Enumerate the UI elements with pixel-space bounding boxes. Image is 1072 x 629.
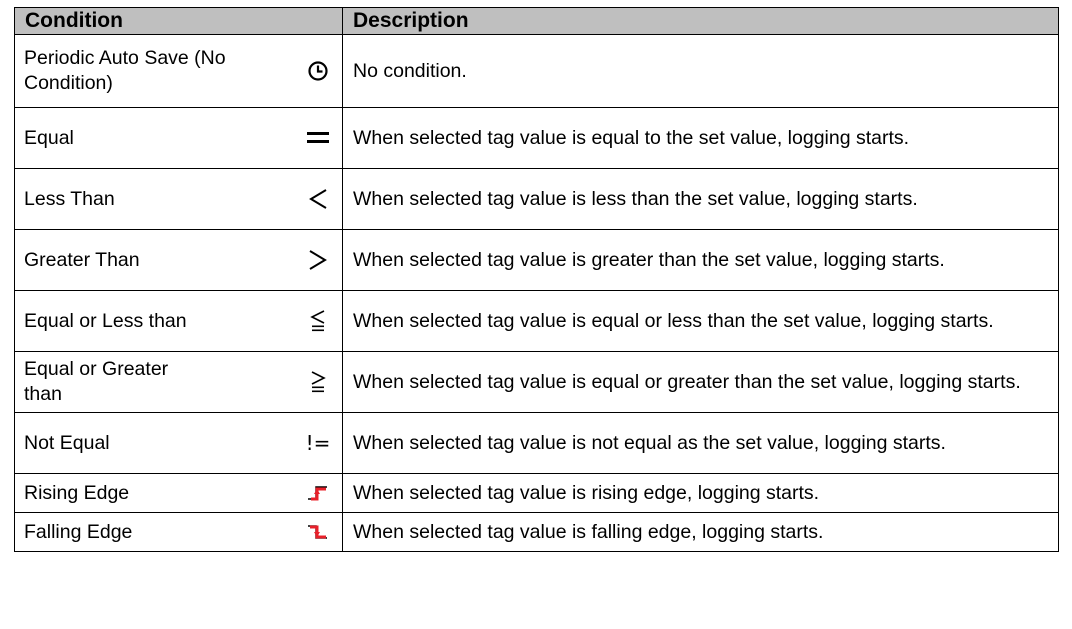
falling-edge-icon (302, 523, 334, 541)
table-row: Not Equal != When selected tag value is … (14, 412, 1059, 474)
table-row: Greater Than When selected tag value is … (14, 229, 1059, 291)
table-row: Rising Edge When selected tag value is r… (14, 473, 1059, 513)
description-cell: When selected tag value is equal or less… (342, 290, 1059, 352)
description-cell: When selected tag value is greater than … (342, 229, 1059, 291)
condition-label: Greater Than (24, 248, 140, 271)
description-cell: When selected tag value is equal or grea… (342, 351, 1059, 413)
not-equal-icon: != (305, 431, 331, 455)
less-than-icon (302, 187, 334, 211)
condition-cell: Greater Than (14, 229, 343, 291)
condition-header: Condition (14, 7, 343, 35)
condition-cell: Equal or Greater than (14, 351, 343, 413)
condition-cell: Not Equal != (14, 412, 343, 474)
clock-icon (302, 60, 334, 82)
condition-label: Periodic Auto Save (No Condition) (24, 47, 226, 94)
table-row: Falling Edge When selected tag value is … (14, 512, 1059, 552)
condition-cell: Equal or Less than (14, 290, 343, 352)
greater-than-icon (302, 248, 334, 272)
table-row: Equal or Greater than When selected tag … (14, 351, 1059, 413)
table-row: Equal or Less than When selected tag val… (14, 290, 1059, 352)
greater-or-equal-icon (302, 370, 334, 394)
condition-cell: Less Than (14, 168, 343, 230)
description-cell: When selected tag value is not equal as … (342, 412, 1059, 474)
less-or-equal-icon (302, 309, 334, 333)
condition-label: Rising Edge (24, 481, 130, 504)
description-cell: No condition. (342, 34, 1059, 108)
condition-cell: Periodic Auto Save (No Condition) (14, 34, 343, 108)
description-cell: When selected tag value is rising edge, … (342, 473, 1059, 513)
condition-label: Equal or Less than (24, 309, 187, 332)
description-cell: When selected tag value is equal to the … (342, 107, 1059, 169)
condition-cell: Equal (14, 107, 343, 169)
condition-label: Equal or Greater than (24, 358, 169, 405)
table-header-row: Condition Description (14, 7, 1059, 35)
table-row: Periodic Auto Save (No Condition) No con… (14, 34, 1059, 108)
condition-cell: Rising Edge (14, 473, 343, 513)
description-header: Description (342, 7, 1059, 35)
rising-edge-icon (302, 484, 334, 502)
equal-icon (302, 131, 334, 145)
condition-label: Equal (24, 126, 74, 149)
condition-label: Not Equal (24, 431, 110, 454)
description-cell: When selected tag value is falling edge,… (342, 512, 1059, 552)
conditions-table: Condition Description Periodic Auto Save… (14, 7, 1059, 552)
condition-label: Less Than (24, 187, 115, 210)
description-cell: When selected tag value is less than the… (342, 168, 1059, 230)
condition-label: Falling Edge (24, 520, 133, 543)
table-row: Less Than When selected tag value is les… (14, 168, 1059, 230)
condition-cell: Falling Edge (14, 512, 343, 552)
table-row: Equal When selected tag value is equal t… (14, 107, 1059, 169)
